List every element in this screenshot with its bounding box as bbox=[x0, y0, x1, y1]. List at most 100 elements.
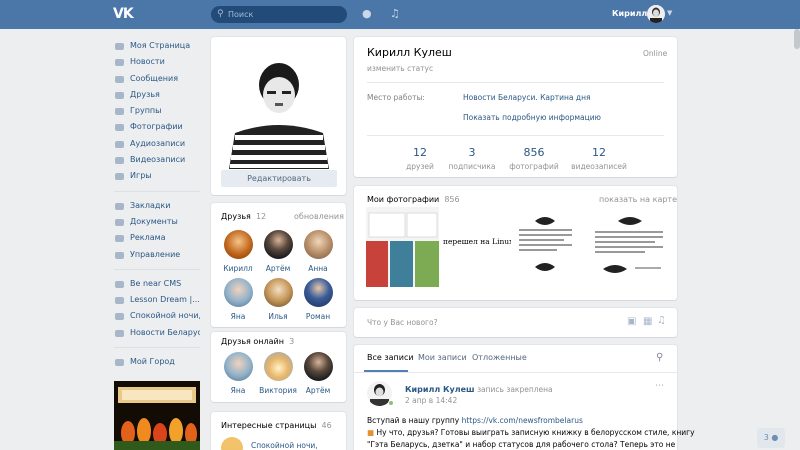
divider bbox=[354, 372, 677, 373]
sidebar-item-my-city[interactable]: Мой Город bbox=[114, 354, 200, 370]
music-icon[interactable]: ♫ bbox=[390, 7, 400, 20]
header-user-name[interactable]: Кирилл bbox=[612, 9, 647, 18]
photo-thumbnail[interactable] bbox=[517, 207, 574, 287]
post-author-name[interactable]: Кирилл Кулеш bbox=[405, 385, 475, 394]
chevron-down-icon[interactable]: ▼ bbox=[667, 9, 672, 17]
database-icon bbox=[115, 359, 124, 367]
friends-online-card: Друзья онлайн 3 Яна Виктория Артём bbox=[211, 332, 346, 402]
sidebar-item-video[interactable]: Видеозаписи bbox=[114, 152, 200, 168]
sidebar-item-games[interactable]: Игры bbox=[114, 168, 200, 184]
sidebar-item-label: Мой Город bbox=[130, 357, 175, 367]
friends-online-title[interactable]: Друзья онлайн 3 bbox=[221, 337, 294, 346]
friend-name: Илья bbox=[268, 312, 288, 321]
sidebar-item-label: Аудиозаписи bbox=[130, 138, 186, 148]
online-friend-item[interactable]: Артём bbox=[298, 352, 338, 395]
header-avatar[interactable] bbox=[647, 5, 665, 23]
divider bbox=[367, 135, 664, 136]
online-friend-item[interactable]: Виктория bbox=[258, 352, 298, 395]
search-input[interactable]: ⚲ Поиск bbox=[211, 6, 347, 23]
friends-title[interactable]: Друзья 12 bbox=[221, 212, 266, 221]
sidebar-item-label: Новости Беларус... bbox=[130, 327, 200, 337]
show-on-map-link[interactable]: показать на карте bbox=[599, 195, 677, 204]
more-options-icon[interactable]: ⋯ bbox=[655, 381, 664, 391]
sidebar-item-label: Be near CMS bbox=[130, 278, 182, 288]
edit-profile-button[interactable]: Редактировать bbox=[221, 170, 337, 187]
show-more-info-link[interactable]: Показать подробную информацию bbox=[463, 113, 601, 122]
tab-my-posts[interactable]: Мои записи bbox=[418, 353, 467, 362]
search-placeholder: Поиск bbox=[228, 10, 254, 19]
friend-item[interactable]: Яна bbox=[218, 278, 258, 321]
stat-videos[interactable]: 12 видеозаписей bbox=[569, 146, 629, 171]
sidebar-item-photos[interactable]: Фотографии bbox=[114, 119, 200, 135]
photo-thumbnail[interactable] bbox=[593, 207, 666, 287]
page-avatar[interactable] bbox=[221, 437, 243, 450]
sidebar-item-group-2[interactable]: Lesson Dream |... bbox=[114, 292, 200, 308]
friend-name: Кирилл bbox=[223, 264, 253, 273]
search-icon[interactable]: ⚲ bbox=[656, 352, 663, 363]
sidebar-item-messages[interactable]: Сообщения bbox=[114, 71, 200, 87]
friend-item[interactable]: Кирилл bbox=[218, 230, 258, 273]
friend-item[interactable]: Роман bbox=[298, 278, 338, 321]
sidebar-item-audio[interactable]: Аудиозаписи bbox=[114, 136, 200, 152]
interesting-page-link[interactable]: Спокойной ночи, bbox=[251, 441, 318, 450]
top-header: VK ⚲ Поиск ● ♫ Кирилл ▼ bbox=[0, 0, 800, 29]
sidebar-divider bbox=[114, 347, 200, 349]
friend-item[interactable]: Артём bbox=[258, 230, 298, 273]
sidebar-item-manage[interactable]: Управление bbox=[114, 247, 200, 263]
stat-followers[interactable]: 3 подписчика bbox=[442, 146, 502, 171]
friend-item[interactable]: Илья bbox=[258, 278, 298, 321]
friends-updates-link[interactable]: обновления bbox=[294, 212, 344, 221]
photos-count: 856 bbox=[444, 195, 460, 204]
interesting-pages-title[interactable]: Интересные страницы 46 bbox=[221, 421, 332, 430]
profile-photo[interactable] bbox=[221, 45, 337, 169]
music-icon[interactable]: ♫ bbox=[657, 315, 666, 326]
stat-friends[interactable]: 12 друзей bbox=[390, 146, 450, 171]
sidebar-item-my-page[interactable]: Моя Страница bbox=[114, 38, 200, 54]
bell-icon[interactable]: ● bbox=[362, 7, 372, 20]
sidebar-item-bookmarks[interactable]: Закладки bbox=[114, 198, 200, 214]
sidebar-item-groups[interactable]: Группы bbox=[114, 103, 200, 119]
sidebar-item-label: Игры bbox=[130, 171, 152, 181]
sidebar-ad-image[interactable] bbox=[114, 381, 200, 450]
wall-card: Все записи Мои записи Отложенные ⚲ Кирил… bbox=[354, 345, 695, 450]
sidebar-item-group-4[interactable]: Новости Беларус... bbox=[114, 325, 200, 341]
photo-thumbnail[interactable]: перешел на Linux Mint. bbox=[441, 207, 511, 287]
profile-photo-card: Редактировать bbox=[211, 37, 346, 195]
new-post-box[interactable]: Что у Вас нового? ▣ ▦ ♫ bbox=[354, 308, 677, 337]
tab-all-posts[interactable]: Все записи bbox=[367, 353, 414, 362]
photo-thumbnail[interactable] bbox=[366, 207, 439, 287]
sidebar-item-group-1[interactable]: Be near CMS bbox=[114, 276, 200, 292]
post-date[interactable]: 2 апр в 14:42 bbox=[405, 396, 457, 405]
video-icon[interactable]: ▦ bbox=[643, 316, 652, 327]
sidebar-item-news[interactable]: Новости bbox=[114, 54, 200, 70]
tab-postponed[interactable]: Отложенные bbox=[472, 353, 527, 362]
music-icon bbox=[115, 140, 124, 148]
stat-photos[interactable]: 856 фотографий bbox=[504, 146, 564, 171]
friend-item[interactable]: Анна bbox=[298, 230, 338, 273]
camera-icon[interactable]: ▣ bbox=[627, 316, 636, 327]
friend-avatar bbox=[303, 352, 333, 381]
gift-icon: ■ bbox=[367, 428, 375, 437]
sidebar-item-group-3[interactable]: Спокойной ночи,... bbox=[114, 308, 200, 324]
my-photos-title[interactable]: Мои фотографии 856 bbox=[367, 195, 460, 204]
stat-label: видеозаписей bbox=[571, 162, 627, 171]
sidebar-item-label: Спокойной ночи,... bbox=[130, 311, 200, 321]
sidebar-item-documents[interactable]: Документы bbox=[114, 214, 200, 230]
post-text-line: "Гэта Беларусь, дзетка" и набор статусов… bbox=[367, 440, 676, 449]
friends-online-count: 3 bbox=[289, 337, 295, 346]
sidebar-item-label: Lesson Dream |... bbox=[130, 295, 200, 305]
sidebar-item-ads[interactable]: Реклама bbox=[114, 230, 200, 246]
sidebar: Моя Страница Новости Сообщения Друзья Гр… bbox=[114, 38, 200, 370]
status-edit-link[interactable]: изменить статус bbox=[367, 64, 433, 73]
work-link[interactable]: Новости Беларуси. Картина дня bbox=[463, 93, 591, 102]
friend-avatar bbox=[263, 352, 293, 381]
home-icon bbox=[115, 43, 124, 50]
online-friend-item[interactable]: Яна bbox=[218, 352, 258, 395]
work-label: Место работы: bbox=[367, 93, 425, 102]
post-group-link[interactable]: https://vk.com/newsfrombelarus bbox=[462, 416, 583, 425]
sidebar-item-friends[interactable]: Друзья bbox=[114, 87, 200, 103]
scrollbar[interactable] bbox=[794, 29, 800, 49]
stat-value: 856 bbox=[523, 146, 545, 159]
messenger-button[interactable]: 3 ● bbox=[757, 428, 785, 448]
vk-logo[interactable]: VK bbox=[113, 6, 134, 22]
